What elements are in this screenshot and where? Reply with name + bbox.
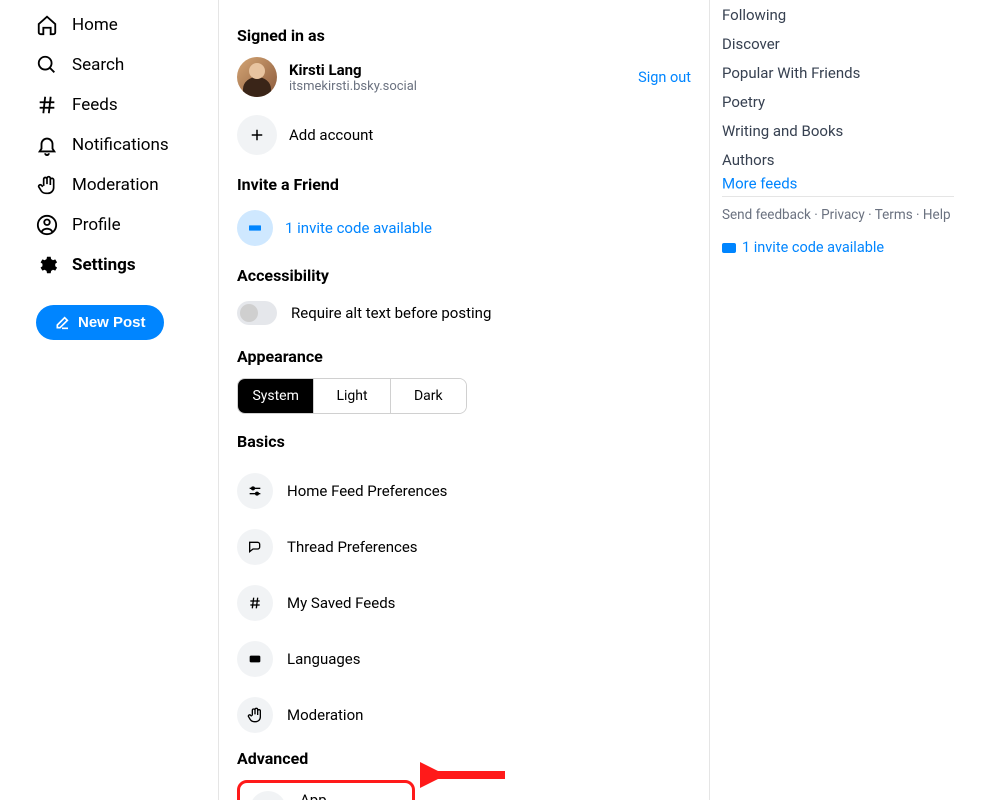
footer-feedback[interactable]: Send feedback [722, 207, 811, 223]
invite-row[interactable]: 1 invite code available [237, 206, 691, 260]
more-feeds-link[interactable]: More feeds [722, 169, 797, 207]
nav-label: Moderation [72, 175, 159, 195]
basics-thread[interactable]: Thread Preferences [237, 519, 691, 575]
nav-moderation[interactable]: Moderation [36, 165, 218, 205]
bell-icon [36, 134, 58, 156]
sliders-icon [237, 473, 273, 509]
compose-icon [54, 315, 70, 331]
accessibility-heading: Accessibility [237, 266, 691, 285]
app-passwords-item[interactable]: App passwords [237, 780, 415, 800]
right-invite-label: 1 invite code available [742, 239, 884, 256]
account-row: Kirsti Lang itsmekirsti.bsky.social Sign… [237, 57, 691, 97]
alt-text-label: Require alt text before posting [291, 304, 491, 322]
nav-label: Search [72, 55, 124, 75]
ticket-icon [722, 243, 736, 253]
avatar[interactable] [237, 57, 277, 97]
feed-poetry[interactable]: Poetry [722, 87, 1000, 116]
right-invite-link[interactable]: 1 invite code available [722, 239, 1000, 256]
footer-terms[interactable]: Terms [875, 207, 913, 223]
basics-languages[interactable]: Languages [237, 631, 691, 687]
basics-moderation[interactable]: Moderation [237, 687, 691, 743]
lock-icon [250, 791, 286, 800]
search-icon [36, 54, 58, 76]
appearance-dark[interactable]: Dark [391, 379, 466, 413]
basics-home-feed[interactable]: Home Feed Preferences [237, 463, 691, 519]
appearance-segmented: System Light Dark [237, 378, 467, 414]
nav-label: Home [72, 15, 118, 35]
basics-heading: Basics [237, 432, 691, 451]
feed-popular[interactable]: Popular With Friends [722, 58, 1000, 87]
home-icon [36, 14, 58, 36]
nav-settings[interactable]: Settings [36, 245, 218, 285]
hash-icon [36, 94, 58, 116]
footer-links: Send feedback · Privacy · Terms · Help [722, 207, 1000, 239]
feed-discover[interactable]: Discover [722, 29, 1000, 58]
appearance-heading: Appearance [237, 347, 691, 366]
app-passwords-label: App passwords [300, 791, 402, 800]
sign-out-link[interactable]: Sign out [638, 69, 691, 86]
footer-help[interactable]: Help [923, 207, 951, 223]
alt-text-toggle[interactable] [237, 301, 277, 325]
new-post-button[interactable]: New Post [36, 305, 164, 340]
nav-label: Profile [72, 215, 121, 235]
add-account-button[interactable]: Add account [237, 105, 691, 169]
hand-icon [237, 697, 273, 733]
language-icon [237, 641, 273, 677]
chat-icon [237, 529, 273, 565]
plus-icon [237, 115, 277, 155]
signed-in-heading: Signed in as [237, 26, 691, 45]
feed-writing[interactable]: Writing and Books [722, 116, 1000, 145]
advanced-heading: Advanced [237, 749, 691, 768]
appearance-system[interactable]: System [238, 379, 314, 413]
list-label: Languages [287, 650, 361, 668]
nav-feeds[interactable]: Feeds [36, 85, 218, 125]
right-column: Following Discover Popular With Friends … [710, 0, 1000, 800]
footer-privacy[interactable]: Privacy [821, 207, 865, 223]
nav-label: Settings [72, 255, 136, 275]
hand-icon [36, 174, 58, 196]
appearance-light[interactable]: Light [314, 379, 390, 413]
add-account-label: Add account [289, 126, 373, 144]
account-name: Kirsti Lang [289, 61, 417, 79]
nav-label: Notifications [72, 135, 169, 155]
nav-profile[interactable]: Profile [36, 205, 218, 245]
account-handle: itsmekirsti.bsky.social [289, 79, 417, 94]
ticket-icon [237, 210, 273, 246]
sidebar: Home Search Feeds Notifications Moderati… [0, 0, 218, 800]
list-label: My Saved Feeds [287, 594, 395, 612]
nav-home[interactable]: Home [36, 5, 218, 45]
alt-text-row: Require alt text before posting [237, 297, 691, 341]
list-label: Thread Preferences [287, 538, 418, 556]
invite-heading: Invite a Friend [237, 175, 691, 194]
list-label: Moderation [287, 706, 363, 724]
settings-main: Signed in as Kirsti Lang itsmekirsti.bsk… [218, 0, 710, 800]
nav-search[interactable]: Search [36, 45, 218, 85]
feed-following[interactable]: Following [722, 0, 1000, 29]
invite-link: 1 invite code available [285, 219, 432, 237]
gear-icon [36, 254, 58, 276]
user-icon [36, 214, 58, 236]
list-label: Home Feed Preferences [287, 482, 447, 500]
nav-notifications[interactable]: Notifications [36, 125, 218, 165]
hash-icon [237, 585, 273, 621]
nav-label: Feeds [72, 95, 118, 115]
basics-saved-feeds[interactable]: My Saved Feeds [237, 575, 691, 631]
new-post-label: New Post [78, 314, 146, 331]
